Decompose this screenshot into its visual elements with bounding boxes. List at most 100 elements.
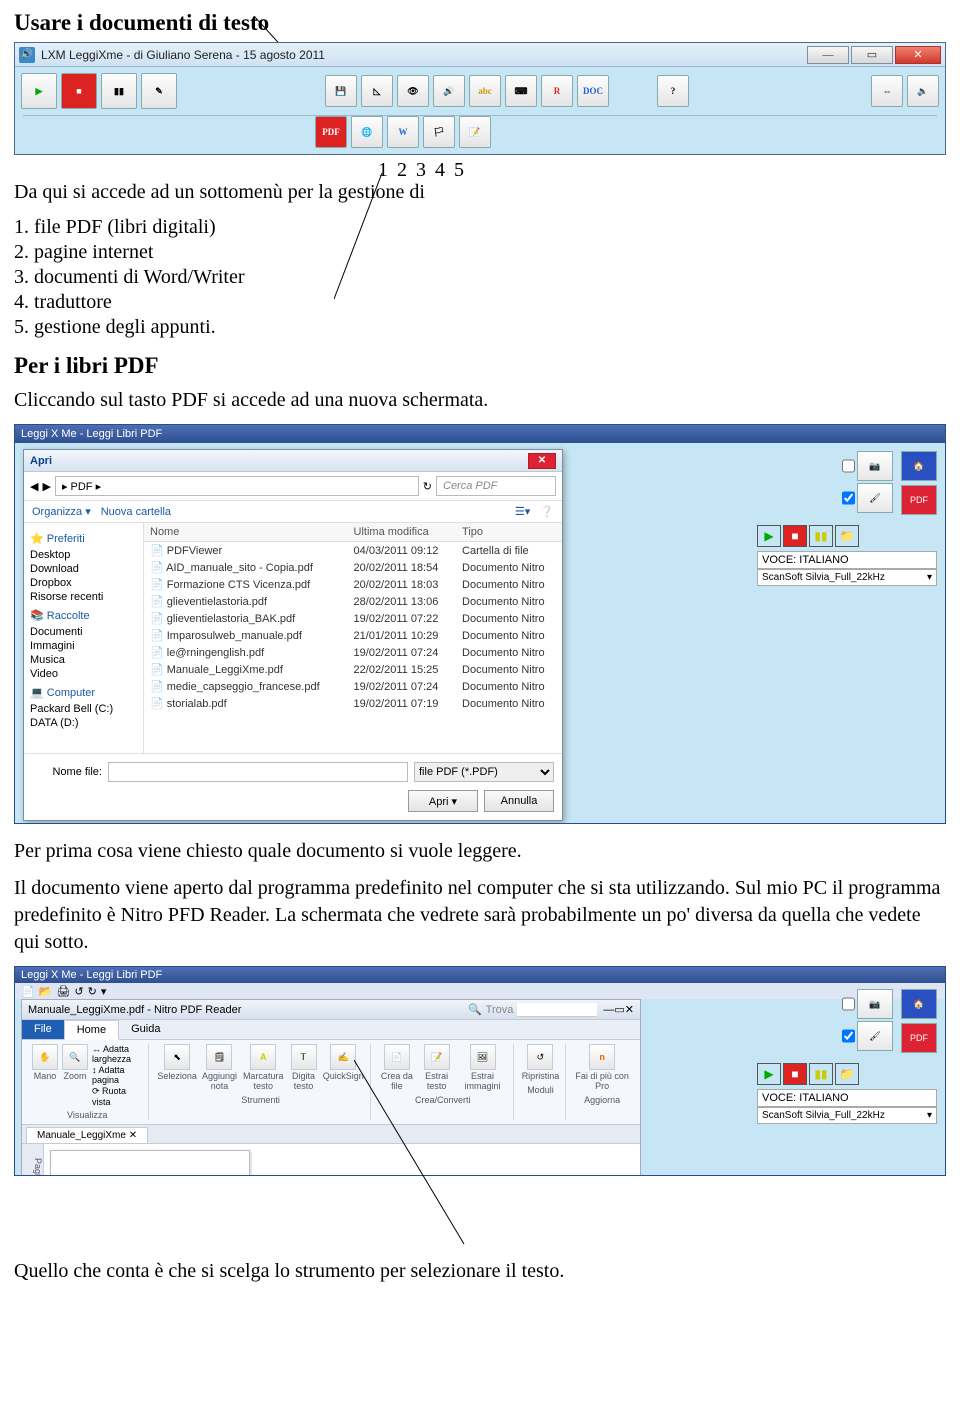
- speaker-icon[interactable]: 🔊: [433, 75, 465, 107]
- highlight-tool[interactable]: A: [250, 1044, 276, 1070]
- nav-item[interactable]: Packard Bell (C:): [30, 702, 137, 716]
- type-text-tool[interactable]: Ꭲ: [291, 1044, 317, 1070]
- stop-button[interactable]: ■: [61, 73, 97, 109]
- pages-panel-tab[interactable]: Pagine: [22, 1144, 44, 1176]
- table-row[interactable]: 📄 medie_capseggio_francese.pdf19/02/2011…: [144, 678, 562, 695]
- table-row[interactable]: 📄 Imparosulweb_manuale.pdf21/01/2011 10:…: [144, 627, 562, 644]
- upgrade-button[interactable]: n: [589, 1044, 615, 1070]
- tab-guida[interactable]: Guida: [119, 1020, 172, 1039]
- table-row[interactable]: 📄 PDFViewer04/03/2011 09:12Cartella di f…: [144, 542, 562, 560]
- maximize-icon[interactable]: ▭: [614, 1003, 624, 1016]
- close-button[interactable]: ✕: [895, 46, 941, 64]
- pause-button[interactable]: ▮▮: [809, 1063, 833, 1085]
- help-icon[interactable]: ❔: [540, 505, 554, 518]
- table-row[interactable]: 📄 glieventielastoria.pdf28/02/2011 13:06…: [144, 593, 562, 610]
- col-header[interactable]: Nome: [144, 523, 348, 542]
- globe-submenu-button[interactable]: 🌐: [351, 116, 383, 148]
- col-header[interactable]: Tipo: [456, 523, 562, 542]
- file-list[interactable]: Nome Ultima modifica Tipo 📄 PDFViewer04/…: [144, 523, 562, 753]
- nav-tree[interactable]: ⭐ Preferiti Desktop Download Dropbox Ris…: [24, 523, 144, 753]
- play-button[interactable]: ▶: [21, 73, 57, 109]
- abc-icon[interactable]: abc: [469, 75, 501, 107]
- nav-item[interactable]: Video: [30, 667, 137, 681]
- pdf-submenu-button[interactable]: PDF: [315, 116, 347, 148]
- folder-button[interactable]: 📁: [835, 1063, 859, 1085]
- stop-button[interactable]: ■: [783, 1063, 807, 1085]
- extract-images[interactable]: 🖼: [470, 1044, 496, 1070]
- minimize-button[interactable]: —: [807, 46, 849, 64]
- refresh-icon[interactable]: ↻: [423, 480, 432, 493]
- nav-item[interactable]: Download: [30, 562, 137, 576]
- camera-icon[interactable]: 📷: [857, 989, 893, 1019]
- select-tool[interactable]: ⬉: [164, 1044, 190, 1070]
- nav-item[interactable]: Documenti: [30, 625, 137, 639]
- camera-icon[interactable]: 📷: [857, 451, 893, 481]
- pause-button[interactable]: ▮▮: [101, 73, 137, 109]
- maximize-button[interactable]: ▭: [851, 46, 893, 64]
- home-icon[interactable]: 🏠: [901, 989, 937, 1019]
- back-icon[interactable]: ◀: [30, 480, 38, 493]
- qat-icon[interactable]: ↻: [88, 985, 97, 998]
- nav-item[interactable]: Musica: [30, 653, 137, 667]
- triangle-icon[interactable]: ◺: [361, 75, 393, 107]
- nav-item[interactable]: Desktop: [30, 548, 137, 562]
- table-row[interactable]: 📄 Manuale_LeggiXme.pdf22/02/2011 15:25Do…: [144, 661, 562, 678]
- fit-page[interactable]: ↕ Adatta pagina: [92, 1065, 142, 1085]
- word-submenu-button[interactable]: W: [387, 116, 419, 148]
- qat-icon[interactable]: 🖨: [56, 985, 70, 998]
- quicksign-tool[interactable]: ✍: [330, 1044, 356, 1070]
- col-header[interactable]: Ultima modifica: [348, 523, 457, 542]
- table-row[interactable]: 📄 le@rningenglish.pdf19/02/2011 07:24Doc…: [144, 644, 562, 661]
- document-tab[interactable]: Manuale_LeggiXme ✕: [26, 1127, 148, 1143]
- filetype-select[interactable]: file PDF (*.PDF): [414, 762, 554, 782]
- qat-icon[interactable]: 📄: [21, 985, 35, 998]
- qat-icon[interactable]: ↺: [74, 985, 83, 998]
- help-button[interactable]: ?: [657, 75, 689, 107]
- hand-tool[interactable]: ✋: [32, 1044, 58, 1070]
- voice-select[interactable]: ScanSoft Silvia_Full_22kHz▾: [757, 1107, 937, 1124]
- flags-submenu-button[interactable]: 🏳: [423, 116, 455, 148]
- cancel-button[interactable]: Annulla: [484, 790, 554, 812]
- keyboard-icon[interactable]: ⌨: [505, 75, 537, 107]
- speaker2-icon[interactable]: 🔈: [907, 75, 939, 107]
- table-row[interactable]: 📄 glieventielastoria_BAK.pdf19/02/2011 0…: [144, 610, 562, 627]
- notes-submenu-button[interactable]: 📝: [459, 116, 491, 148]
- play-button[interactable]: ▶: [757, 525, 781, 547]
- nav-item[interactable]: DATA (D:): [30, 716, 137, 730]
- nav-item[interactable]: Risorse recenti: [30, 590, 137, 604]
- note-tool[interactable]: 🗒: [206, 1044, 232, 1070]
- table-row[interactable]: 📄 storialab.pdf19/02/2011 07:19Documento…: [144, 695, 562, 712]
- qat-dropdown[interactable]: ▾: [101, 985, 107, 998]
- nav-item[interactable]: Dropbox: [30, 576, 137, 590]
- open-button[interactable]: Apri ▾: [408, 790, 478, 812]
- voice-select[interactable]: ScanSoft Silvia_Full_22kHz▾: [757, 569, 937, 586]
- zoom-tool[interactable]: 🔍: [62, 1044, 88, 1070]
- checkbox[interactable]: [842, 483, 855, 513]
- r-icon[interactable]: R: [541, 75, 573, 107]
- organize-menu[interactable]: Organizza ▾: [32, 505, 91, 518]
- new-folder-button[interactable]: Nuova cartella: [101, 506, 171, 518]
- table-row[interactable]: 📄 AID_manuale_sito - Copia.pdf20/02/2011…: [144, 559, 562, 576]
- close-icon[interactable]: ✕: [625, 1003, 634, 1016]
- search-input[interactable]: Cerca PDF: [436, 476, 556, 496]
- pause-button[interactable]: ▮▮: [809, 525, 833, 547]
- edit-button[interactable]: ✎: [141, 73, 177, 109]
- checkbox[interactable]: [842, 451, 855, 481]
- filename-input[interactable]: [108, 762, 408, 782]
- dialog-close-button[interactable]: ✕: [528, 453, 556, 469]
- stop-button[interactable]: ■: [783, 525, 807, 547]
- restore-button[interactable]: ↺: [527, 1044, 553, 1070]
- play-button[interactable]: ▶: [757, 1063, 781, 1085]
- minimize-icon[interactable]: —: [603, 1004, 614, 1016]
- view-icon[interactable]: ☰▾: [515, 505, 530, 518]
- brush-icon[interactable]: 🖌: [857, 1021, 893, 1051]
- save-icon[interactable]: 💾: [325, 75, 357, 107]
- home-icon[interactable]: 🏠: [901, 451, 937, 481]
- table-row[interactable]: 📄 Formazione CTS Vicenza.pdf20/02/2011 1…: [144, 576, 562, 593]
- checkbox[interactable]: [842, 989, 855, 1019]
- nav-item[interactable]: Immagini: [30, 639, 137, 653]
- qat-icon[interactable]: 📂: [39, 985, 53, 998]
- tab-file[interactable]: File: [22, 1020, 64, 1039]
- checkbox[interactable]: [842, 1021, 855, 1051]
- pdf-icon[interactable]: PDF: [901, 1023, 937, 1053]
